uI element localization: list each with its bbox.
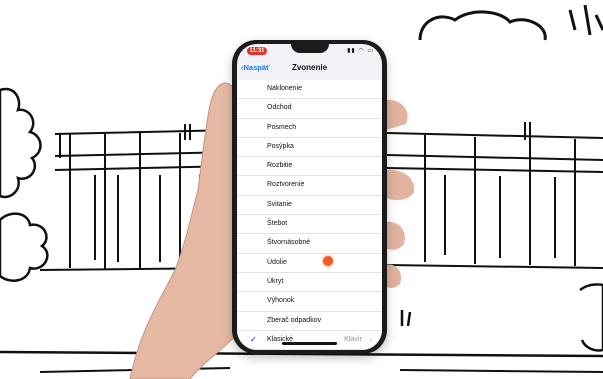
ringtone-label: Odchod xyxy=(267,104,292,112)
ringtone-item[interactable]: Odchod xyxy=(237,99,382,119)
status-icons: ▮▮ ◠ ▭ xyxy=(347,47,374,54)
wifi-icon: ◠ xyxy=(358,48,365,54)
ringtone-label: Štebot xyxy=(267,220,288,228)
ringtone-item[interactable]: Štebot xyxy=(237,215,382,235)
ringtone-label: Roztvorenie xyxy=(267,181,305,189)
ringtone-label: Štvornásobné xyxy=(267,239,311,247)
ringtone-label: Naklonenie xyxy=(267,85,303,92)
ringtone-item[interactable]: Štvornásobné xyxy=(237,234,382,254)
ringtone-item[interactable]: Rozbitie xyxy=(237,157,382,177)
ringtone-label: Výhonok xyxy=(267,297,295,305)
home-indicator xyxy=(282,342,337,345)
ringtone-label: Rozbitie xyxy=(267,162,293,170)
page-title: Zvonenie xyxy=(291,63,328,72)
ringtone-item[interactable]: Posmech xyxy=(237,119,382,138)
ringtone-label: Posýpka xyxy=(267,142,294,150)
ringtone-label: Posmech xyxy=(267,123,297,131)
chevron-right-icon: › xyxy=(369,334,372,344)
tap-indicator-icon xyxy=(323,256,333,266)
battery-icon: ▭ xyxy=(367,48,374,54)
ringtone-label: Svitanie xyxy=(267,200,292,208)
ringtone-label: Údolie xyxy=(267,258,287,266)
selected-value: Klavír xyxy=(344,335,362,343)
phone-screen: 11:31 ▮▮ ◠ ▭ ‹Naspäť Zvonenie Naklonenie… xyxy=(237,44,382,350)
ringtone-label: Úkryt xyxy=(267,277,284,285)
ringtone-item[interactable]: Výhonok xyxy=(237,292,382,312)
status-time: 11:31 xyxy=(247,47,267,55)
signal-icon: ▮▮ xyxy=(347,48,356,54)
ringtone-item[interactable]: Svitanie xyxy=(237,196,382,216)
ringtone-item[interactable]: Zberač odpadkov xyxy=(237,312,382,331)
navigation-bar: ‹Naspäť Zvonenie xyxy=(237,58,382,80)
checkmark-icon: ✓ xyxy=(250,334,257,344)
ringtone-item[interactable]: Úkryt xyxy=(237,273,382,293)
ringtone-label: Zberač odpadkov xyxy=(267,316,322,324)
ringtone-item[interactable]: Roztvorenie xyxy=(237,176,382,196)
camera-notch xyxy=(291,44,329,53)
ringtone-item-classic[interactable]: ✓ Klasické Klavír › xyxy=(237,331,382,350)
ringtone-list: Naklonenie Odchod Posmech Posýpka Rozbit… xyxy=(237,80,382,350)
ringtone-item[interactable]: Naklonenie xyxy=(237,80,382,100)
ringtone-item[interactable]: Posýpka xyxy=(237,138,382,158)
ringtone-item[interactable]: Údolie xyxy=(237,254,382,273)
